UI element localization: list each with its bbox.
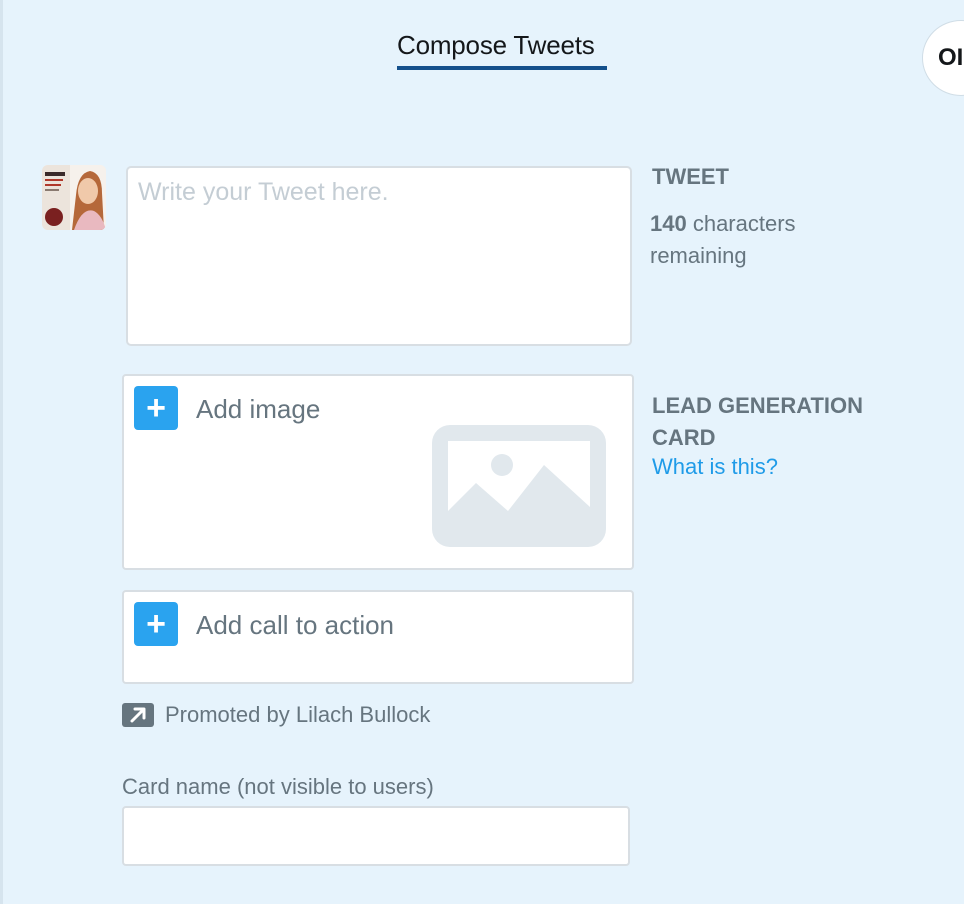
avatar: [42, 165, 106, 230]
add-cta-label: Add call to action: [196, 610, 395, 640]
plus-icon: +: [146, 605, 166, 643]
tweet-label: TWEET: [652, 164, 729, 189]
card-name-label: Card name (not visible to users): [122, 774, 434, 799]
promoted-by-text: Promoted by Lilach Bullock: [165, 702, 431, 727]
card-type-label: LEAD GENERATION CARD: [652, 393, 864, 450]
left-edge-strip: [0, 0, 3, 904]
promoted-arrow-icon: [122, 703, 154, 727]
add-cta-button[interactable]: +: [134, 602, 178, 646]
add-cta-card[interactable]: + Add call to action: [122, 590, 634, 684]
tweet-input[interactable]: [126, 166, 632, 346]
card-name-input[interactable]: [122, 806, 630, 866]
add-image-button[interactable]: +: [134, 386, 178, 430]
character-count: 140: [650, 211, 687, 236]
corner-toggle-label: OI: [938, 44, 964, 71]
add-image-card[interactable]: + Add image: [122, 374, 634, 570]
add-image-label: Add image: [196, 394, 321, 424]
tab-active-underline: [397, 66, 607, 70]
plus-icon: +: [146, 389, 166, 427]
page-title[interactable]: Compose Tweets: [397, 30, 595, 61]
character-counter: 140 characters remaining: [650, 208, 850, 272]
image-placeholder-icon: [432, 425, 606, 547]
what-is-this-link[interactable]: What is this?: [652, 454, 778, 480]
